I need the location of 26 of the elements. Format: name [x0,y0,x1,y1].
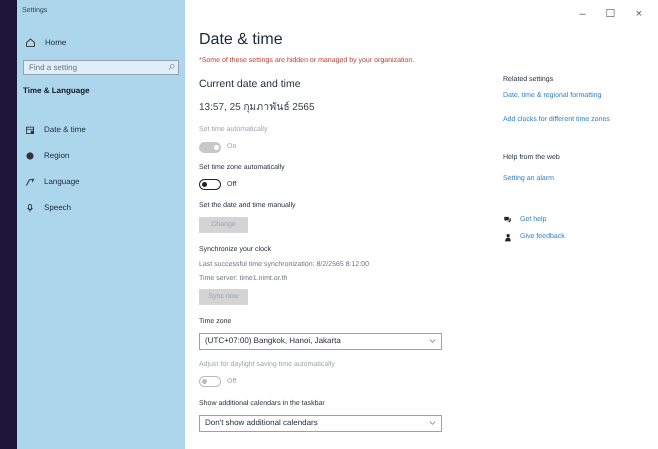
microphone-icon [25,202,35,212]
sidebar-item[interactable]: Speech [17,200,185,214]
close-button[interactable]: × [636,4,642,24]
date-time-text: 13:57, 25 กุมภาพันธ์ 2565 [199,100,316,116]
sidebar-item[interactable]: Language [17,174,185,188]
home-link[interactable]: Home [45,36,66,48]
minimize-button[interactable]: – [579,4,586,24]
sidebar-item[interactable]: Date & time [17,122,185,136]
search-icon [167,62,176,72]
dropdown-value: Don't show additional calendars [205,417,318,430]
page-title: Date & time [199,30,284,50]
chat-icon [503,215,512,224]
chevron-icon [429,421,436,426]
search-field[interactable]: Find a setting [23,60,179,74]
person-icon [503,232,512,242]
toggle-switch[interactable] [199,179,221,190]
maximize-button[interactable]: ☐ [606,4,616,24]
chevron-icon [429,339,436,344]
dropdown-value: (UTC+07:00) Bangkok, Hanoi, Jakarta [205,335,341,348]
sidebar-item[interactable]: Region [17,148,185,162]
section-title: Time & Language [22,84,91,96]
home-icon [25,37,36,48]
dropdown[interactable]: Don't show additional calendars [199,414,442,432]
calendar-icon [25,124,35,134]
dropdown[interactable]: (UTC+07:00) Bangkok, Hanoi, Jakarta [199,332,442,350]
section-heading: Current date and time [199,76,302,92]
